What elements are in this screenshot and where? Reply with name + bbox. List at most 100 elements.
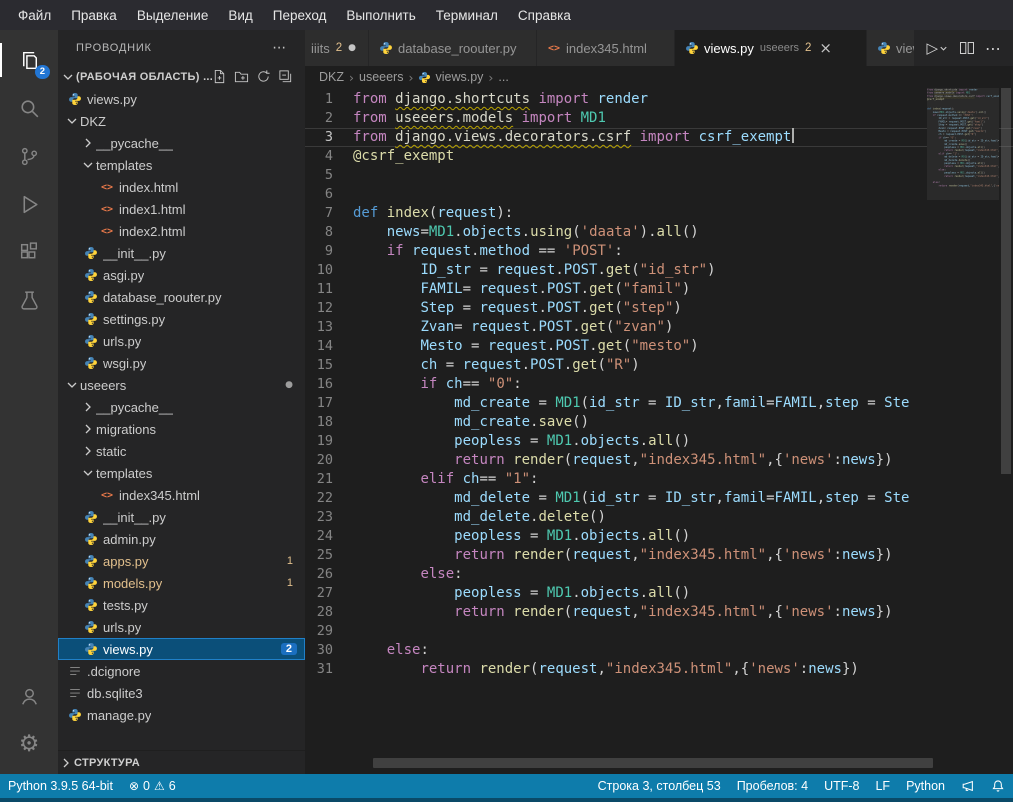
tree-file-views.py[interactable]: views.py [58, 88, 305, 110]
tree-file-asgi.py[interactable]: asgi.py [58, 264, 305, 286]
code-line[interactable]: 24 peopless = MD1.objects.all() [305, 527, 1013, 546]
vertical-scrollbar-thumb[interactable] [1001, 88, 1011, 474]
line-number[interactable]: 20 [305, 451, 353, 470]
tree-file-urls.py[interactable]: urls.py [58, 330, 305, 352]
python-interpreter-status[interactable]: Python 3.9.5 64-bit [0, 774, 121, 798]
structure-section-header[interactable]: СТРУКТУРА [58, 750, 305, 774]
more-actions-icon[interactable]: ⋯ [985, 39, 1001, 58]
split-editor-icon[interactable] [959, 40, 975, 56]
tree-folder-useeers[interactable]: useeers● [58, 374, 305, 396]
line-number[interactable]: 31 [305, 660, 353, 679]
line-number[interactable]: 10 [305, 261, 353, 280]
line-number[interactable]: 17 [305, 394, 353, 413]
notifications-bell-icon[interactable] [983, 774, 1013, 798]
tree-file-tests.py[interactable]: tests.py [58, 594, 305, 616]
menu-item[interactable]: Выполнить [336, 4, 425, 27]
indentation-status[interactable]: Пробелов: 4 [729, 774, 816, 798]
tree-file-views.py[interactable]: views.py2 [58, 638, 305, 660]
feedback-icon[interactable] [953, 774, 983, 798]
code-line[interactable]: 4@csrf_exempt [305, 147, 1013, 166]
settings-gear-icon[interactable]: ⚙ [0, 720, 58, 768]
tree-file-settings.py[interactable]: settings.py [58, 308, 305, 330]
code-line[interactable]: 10 ID_str = request.POST.get("id_str") [305, 261, 1013, 280]
tree-folder-static[interactable]: static [58, 440, 305, 462]
tab-iiits[interactable]: iiits2● [305, 30, 369, 66]
code-line[interactable]: 16 if ch== "0": [305, 375, 1013, 394]
code-line[interactable]: 2from useeers.models import MD1 [305, 109, 1013, 128]
new-folder-icon[interactable] [234, 69, 249, 84]
tree-file-database_roouter.py[interactable]: database_roouter.py [58, 286, 305, 308]
tab-views.py[interactable]: views.pyuseeers2× [675, 30, 867, 66]
tab-index345.html[interactable]: <>index345.html [537, 30, 675, 66]
close-tab-icon[interactable]: × [819, 39, 832, 57]
tree-file-index1.html[interactable]: <>index1.html [58, 198, 305, 220]
tree-file-manage.py[interactable]: manage.py [58, 704, 305, 726]
line-number[interactable]: 24 [305, 527, 353, 546]
line-number[interactable]: 29 [305, 622, 353, 641]
tree-folder-templates[interactable]: templates [58, 154, 305, 176]
code-line[interactable]: 1from django.shortcuts import render [305, 90, 1013, 109]
account-icon[interactable] [0, 672, 58, 720]
explorer-more-actions-icon[interactable]: ⋯ [272, 40, 287, 56]
tree-file-__init__.py[interactable]: __init__.py [58, 242, 305, 264]
tree-file-db.sqlite3[interactable]: db.sqlite3 [58, 682, 305, 704]
line-number[interactable]: 27 [305, 584, 353, 603]
code-line[interactable]: 21 elif ch== "1": [305, 470, 1013, 489]
code-line[interactable]: 23 md_delete.delete() [305, 508, 1013, 527]
tree-folder-__pycache__[interactable]: __pycache__ [58, 132, 305, 154]
code-line[interactable]: 18 md_create.save() [305, 413, 1013, 432]
breadcrumb-item[interactable]: DKZ [319, 70, 344, 84]
code-line[interactable]: 9 if request.method == 'POST': [305, 242, 1013, 261]
line-number[interactable]: 6 [305, 185, 353, 204]
tree-file-wsgi.py[interactable]: wsgi.py [58, 352, 305, 374]
new-file-icon[interactable] [212, 69, 227, 84]
tree-file-urls.py[interactable]: urls.py [58, 616, 305, 638]
search-icon[interactable] [0, 84, 58, 132]
minimap[interactable]: from django.shortcuts import render from… [927, 88, 999, 774]
code-line[interactable]: 14 Mesto = request.POST.get("mesto") [305, 337, 1013, 356]
menu-item[interactable]: Выделение [127, 4, 219, 27]
cursor-position-status[interactable]: Строка 3, столбец 53 [590, 774, 729, 798]
extensions-icon[interactable] [0, 228, 58, 276]
refresh-icon[interactable] [256, 69, 271, 84]
breadcrumb-item[interactable]: useeers [359, 70, 403, 84]
run-debug-icon[interactable] [0, 180, 58, 228]
code-line[interactable]: 17 md_create = MD1(id_str = ID_str,famil… [305, 394, 1013, 413]
tree-folder-DKZ[interactable]: DKZ [58, 110, 305, 132]
source-control-icon[interactable] [0, 132, 58, 180]
code-line[interactable]: 27 peopless = MD1.objects.all() [305, 584, 1013, 603]
eol-status[interactable]: LF [867, 774, 898, 798]
tree-file-admin.py[interactable]: admin.py [58, 528, 305, 550]
code-editor[interactable]: 1from django.shortcuts import render2fro… [305, 88, 1013, 774]
line-number[interactable]: 11 [305, 280, 353, 299]
line-number[interactable]: 28 [305, 603, 353, 622]
code-line[interactable]: 5 [305, 166, 1013, 185]
problems-status[interactable]: ⊗ 0 ⚠ 6 [121, 774, 184, 798]
tree-folder-__pycache__[interactable]: __pycache__ [58, 396, 305, 418]
line-number[interactable]: 14 [305, 337, 353, 356]
workspace-section-header[interactable]: (РАБОЧАЯ ОБЛАСТЬ) ... [58, 65, 305, 88]
menu-item[interactable]: Правка [61, 4, 127, 27]
code-line[interactable]: 7def index(request): [305, 204, 1013, 223]
breadcrumb-item[interactable]: views.py [418, 70, 483, 84]
line-number[interactable]: 5 [305, 166, 353, 185]
code-line[interactable]: 11 FAMIL= request.POST.get("famil") [305, 280, 1013, 299]
code-line[interactable]: 22 md_delete = MD1(id_str = ID_str,famil… [305, 489, 1013, 508]
tree-file-.dcignore[interactable]: .dcignore [58, 660, 305, 682]
tree-file-index345.html[interactable]: <>index345.html [58, 484, 305, 506]
menu-item[interactable]: Справка [508, 4, 581, 27]
code-line[interactable]: 20 return render(request,"index345.html"… [305, 451, 1013, 470]
vertical-scrollbar[interactable] [999, 88, 1013, 774]
horizontal-scrollbar[interactable] [373, 758, 933, 768]
language-mode-status[interactable]: Python [898, 774, 953, 798]
menu-item[interactable]: Терминал [426, 4, 508, 27]
tab-database_roouter.py[interactable]: database_roouter.py [369, 30, 537, 66]
tree-folder-templates[interactable]: templates [58, 462, 305, 484]
code-line[interactable]: 26 else: [305, 565, 1013, 584]
line-number[interactable]: 16 [305, 375, 353, 394]
line-number[interactable]: 3 [305, 128, 353, 147]
line-number[interactable]: 8 [305, 223, 353, 242]
line-number[interactable]: 7 [305, 204, 353, 223]
testing-icon[interactable] [0, 276, 58, 324]
code-line[interactable]: 13 Zvan= request.POST.get("zvan") [305, 318, 1013, 337]
